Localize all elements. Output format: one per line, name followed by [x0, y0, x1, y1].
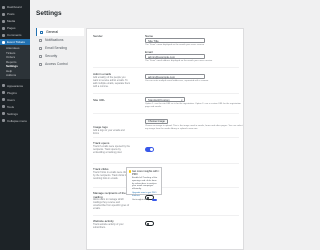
- promo-upgrade-link[interactable]: Upgrade now to get PRO features: [132, 192, 159, 198]
- sender-label: Sender: [93, 34, 103, 38]
- pro-promo-box: × Get more insights with PRO Enable full…: [126, 167, 162, 202]
- sidebar-item-users[interactable]: Users: [0, 97, 30, 103]
- sidebar-submenu: Attendees Tickets Orders Reports Setting…: [0, 45, 30, 79]
- image-logo-desc: Add a logo to your emails and forms: [93, 129, 125, 135]
- site-url-label: Site URL: [93, 98, 106, 102]
- brush-icon: [2, 84, 5, 87]
- dashboard-icon: [2, 5, 5, 9]
- sidebar-item-appearance[interactable]: Appearance: [0, 83, 30, 89]
- sidebar-item-collapse[interactable]: Collapse menu: [0, 118, 30, 124]
- settings-nav: General Notifications Email Sending Secu…: [36, 28, 84, 68]
- tools-icon: [2, 105, 5, 108]
- tab-notifications[interactable]: Notifications: [36, 36, 84, 44]
- lightbulb-icon: [128, 170, 131, 173]
- admin-emails-help: You can enter multiple email addresses, …: [145, 80, 209, 82]
- choose-image-button[interactable]: Choose Image: [145, 119, 168, 124]
- ticket-icon: [2, 40, 5, 44]
- media-icon: [2, 19, 5, 23]
- divider: [93, 113, 239, 114]
- sidebar-item-comments[interactable]: Comments: [0, 32, 30, 38]
- sidebar-item-pages[interactable]: Pages: [0, 25, 30, 31]
- site-url-help: Option 1: use the site URL as is for the…: [145, 103, 241, 108]
- divider: [93, 67, 239, 68]
- sender-name-input[interactable]: Site Title: [145, 38, 205, 43]
- admin-emails-input[interactable]: admin@example.com: [145, 74, 205, 79]
- divider: [93, 187, 239, 188]
- bell-icon: [39, 38, 42, 42]
- submenu-item[interactable]: Addons: [0, 73, 30, 78]
- settings-icon: [2, 112, 5, 115]
- image-logo-help: Choose an image to upload. This is the i…: [145, 125, 243, 130]
- sidebar-item-media[interactable]: Media: [0, 18, 30, 24]
- sender-email-input[interactable]: admin@example.com: [145, 54, 205, 59]
- sidebar-item-tools[interactable]: Tools: [0, 104, 30, 110]
- track-opens-desc: Track if emails were opened by the recip…: [93, 145, 130, 154]
- divider: [93, 215, 239, 216]
- users-icon: [2, 98, 5, 101]
- divider: [93, 163, 239, 164]
- pages-icon: [2, 26, 5, 30]
- gear-icon: [40, 30, 43, 34]
- site-url-select[interactable]: Standard/Custom ▾: [145, 97, 185, 102]
- lock-icon: [39, 62, 42, 66]
- divider: [93, 137, 239, 138]
- sidebar-item-posts[interactable]: Posts: [0, 11, 30, 17]
- sidebar-item-dashboard[interactable]: Dashboard: [0, 4, 30, 10]
- sidebar-item-settings[interactable]: Settings: [0, 111, 30, 117]
- promo-toggle[interactable]: [151, 198, 157, 202]
- promo-footer: Get insights today: [132, 198, 159, 202]
- sender-name-help: The "From" name displayed on the emails …: [145, 44, 205, 46]
- collapse-icon: [2, 119, 5, 122]
- website-tracking-toggle[interactable]: [145, 221, 154, 226]
- promo-title: Get more insights with PRO: [132, 170, 158, 176]
- shield-icon: [39, 54, 42, 58]
- sidebar-item-plugins[interactable]: Plugins: [0, 90, 30, 96]
- admin-emails-desc: Add email(s) of the people you want to r…: [93, 76, 131, 88]
- track-opens-toggle[interactable]: [145, 147, 154, 152]
- admin-sidebar: Dashboard Posts Media Pages Comments Eve…: [0, 0, 30, 250]
- envelope-icon: [39, 46, 42, 50]
- posts-icon: [2, 12, 5, 16]
- divider: [93, 93, 239, 94]
- tab-general[interactable]: General: [36, 28, 84, 36]
- tab-access-control[interactable]: Access Control: [36, 60, 84, 68]
- sender-email-help: The "From" email address displayed on th…: [145, 60, 213, 62]
- tab-email-sending[interactable]: Email Sending: [36, 44, 84, 52]
- tab-security[interactable]: Security: [36, 52, 84, 60]
- comments-icon: [2, 33, 5, 37]
- plugin-icon: [2, 91, 5, 94]
- website-tracking-desc: Track website activity of your subscribe…: [93, 223, 124, 229]
- close-icon[interactable]: ×: [158, 169, 160, 173]
- settings-card: Sender Name Site Title The "From" name d…: [86, 28, 244, 250]
- promo-body: Enable full Tracking of the openings and…: [132, 177, 158, 191]
- manage-recipients-desc: Allow users to manage which mailings the…: [93, 198, 130, 210]
- page-title: Settings: [36, 10, 62, 17]
